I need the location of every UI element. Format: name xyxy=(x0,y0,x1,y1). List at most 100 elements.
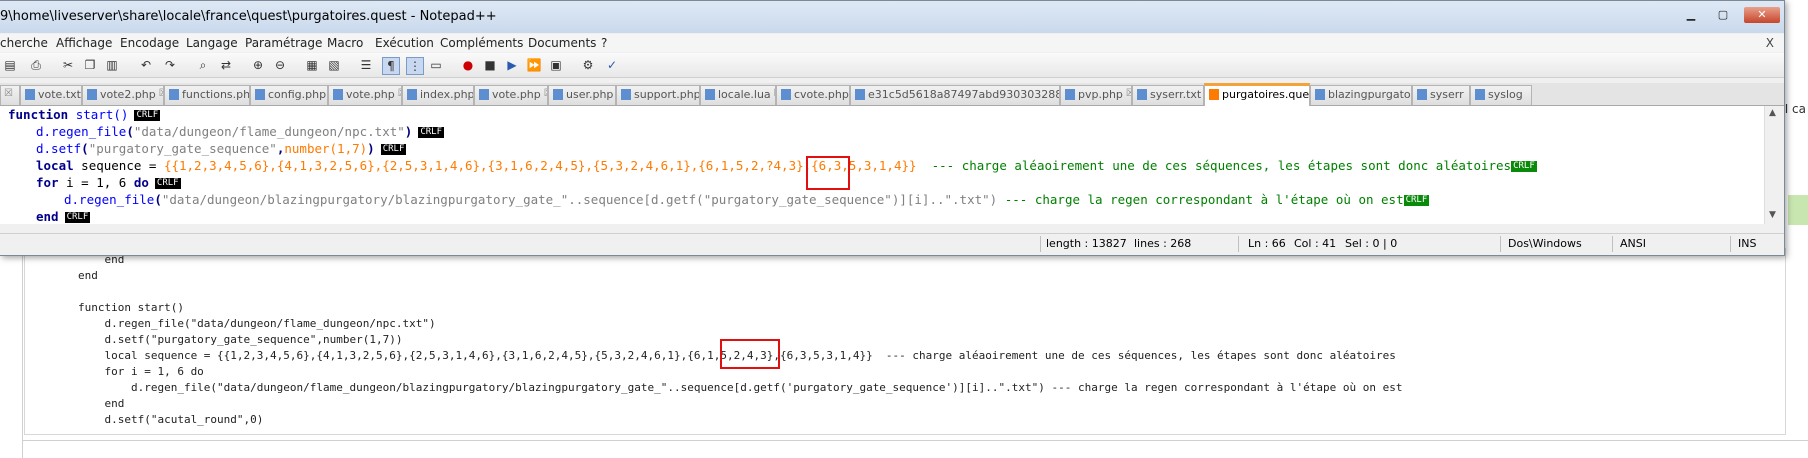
tab-label: cvote.php xyxy=(794,88,849,101)
save-macro-icon[interactable]: ▣ xyxy=(548,57,564,73)
save-icon[interactable]: ▤ xyxy=(2,57,18,73)
tab[interactable]: vote.php☒ xyxy=(474,85,548,105)
play-macro-icon[interactable]: ▶ xyxy=(504,57,520,73)
tab[interactable]: support.php☒ xyxy=(616,85,700,105)
wrap-icon[interactable]: ☰ xyxy=(358,57,374,73)
tab[interactable]: user.php☒ xyxy=(548,85,616,105)
editor-line: d.regen_file("data/dungeon/flame_dungeon… xyxy=(36,124,444,139)
run-multiple-macro-icon[interactable]: ⏩ xyxy=(526,57,542,73)
tab[interactable]: config.php☒ xyxy=(250,85,328,105)
tab[interactable]: vote.txt xyxy=(20,85,82,105)
status-separator xyxy=(1730,236,1731,252)
menu-encodage[interactable]: Encodage xyxy=(120,36,179,50)
toolbar: ▤ ⎙ ✂ ❐ ▥ ↶ ↷ ⌕ ⇄ ⊕ ⊖ ▦ ▧ ☰ ¶ ⋮ ▭ ● ■ ▶ … xyxy=(0,53,1784,78)
tab-label: syslog xyxy=(1488,88,1523,101)
file-icon xyxy=(705,89,715,100)
stop-macro-icon[interactable]: ■ xyxy=(482,57,498,73)
maximize-button[interactable]: ▢ xyxy=(1712,7,1734,23)
string-literal: "purgatory_gate_sequence" xyxy=(88,141,277,156)
zoom-in-icon[interactable]: ⊕ xyxy=(250,57,266,73)
zoom-out-icon[interactable]: ⊖ xyxy=(272,57,288,73)
code-line: d.regen_file("data/dungeon/flame_dungeon… xyxy=(25,317,436,330)
show-all-chars-icon[interactable]: ¶ xyxy=(382,57,400,75)
file-icon xyxy=(479,89,489,100)
keyword: for xyxy=(36,175,59,190)
menu-affichage[interactable]: Affichage xyxy=(56,36,112,50)
tab[interactable]: e31c5d5618a87497abd930303288f754.php☒ xyxy=(850,85,1060,105)
tab-label: vote.txt xyxy=(38,88,81,101)
code-line: function start() xyxy=(25,301,184,314)
menu-macro[interactable]: Macro xyxy=(327,36,363,50)
sync-horizontal-icon[interactable]: ▧ xyxy=(326,57,342,73)
status-separator xyxy=(1238,236,1239,252)
redo-icon[interactable]: ↷ xyxy=(162,57,178,73)
replace-icon[interactable]: ⇄ xyxy=(218,57,234,73)
tab-active[interactable]: purgatoires.quest☒ xyxy=(1204,83,1310,108)
status-separator xyxy=(1500,236,1501,252)
cut-icon[interactable]: ✂ xyxy=(60,57,76,73)
menu-help[interactable]: ? xyxy=(601,36,607,50)
find-icon[interactable]: ⌕ xyxy=(195,57,211,73)
tab[interactable]: index.php☒ xyxy=(402,85,474,105)
menu-execution[interactable]: Exécution xyxy=(375,36,434,50)
title-bar[interactable]: 9\home\liveserver\share\locale\france\qu… xyxy=(0,1,1784,33)
background-right-fragment: I ca xyxy=(1784,102,1806,116)
menu-complements[interactable]: Compléments xyxy=(440,36,523,50)
file-icon xyxy=(255,89,265,100)
comment: --- charge la regen correspondant à l'ét… xyxy=(1004,192,1404,207)
menu-parametrage[interactable]: Paramétrage xyxy=(245,36,322,50)
eol-marker: CRLF xyxy=(64,212,91,223)
code-line: end xyxy=(25,397,125,410)
code-editor[interactable]: function start() CRLF d.regen_file("data/… xyxy=(0,106,1764,224)
spellcheck-icon[interactable]: ✓ xyxy=(604,57,620,73)
record-macro-icon[interactable]: ● xyxy=(460,57,476,73)
paste-icon[interactable]: ▥ xyxy=(104,57,120,73)
indent-guide-icon[interactable]: ⋮ xyxy=(406,57,424,75)
tab[interactable]: locale.lua☒ xyxy=(700,85,776,105)
undo-icon[interactable]: ↶ xyxy=(138,57,154,73)
menu-bar: cherche Affichage Encodage Langage Param… xyxy=(0,34,1784,52)
highlight-box-editor xyxy=(806,156,850,190)
print-icon[interactable]: ⎙ xyxy=(28,57,44,73)
tab[interactable]: syslog xyxy=(1470,85,1532,105)
scroll-up-icon[interactable]: ▲ xyxy=(1769,108,1776,118)
file-icon xyxy=(1137,89,1147,100)
file-icon xyxy=(1209,89,1219,100)
tab[interactable]: ☒ xyxy=(0,85,20,105)
tab[interactable]: syserr.txt☒ xyxy=(1132,85,1204,105)
eol-marker: CRLF xyxy=(154,178,181,189)
tab[interactable]: functions.php☒ xyxy=(164,85,250,105)
plugin-icon[interactable]: ⚙ xyxy=(580,57,596,73)
menu-recherche[interactable]: cherche xyxy=(0,36,48,50)
menu-documents[interactable]: Documents xyxy=(528,36,596,50)
close-window-button[interactable]: ✕ xyxy=(1744,7,1780,23)
status-separator xyxy=(1040,236,1041,252)
vertical-scrollbar[interactable]: ▲ ▼ xyxy=(1764,106,1783,224)
tab[interactable]: cvote.php☒ xyxy=(776,85,850,105)
tab[interactable]: blazingpurgatory xyxy=(1310,85,1412,105)
variable-assign: sequence = xyxy=(73,158,164,173)
sync-vertical-icon[interactable]: ▦ xyxy=(304,57,320,73)
file-icon xyxy=(781,89,791,100)
close-document-button[interactable]: X xyxy=(1766,36,1774,50)
tab-label: functions.php xyxy=(182,88,250,101)
tab[interactable]: vote.php☒ xyxy=(328,85,402,105)
status-selection: Sel : 0 | 0 xyxy=(1345,237,1398,250)
tab-close-icon[interactable]: ☒ xyxy=(4,88,13,99)
editor-line: d.regen_file("data/dungeon/blazingpurgat… xyxy=(64,192,1430,207)
string-literal: "data/dungeon/blazingpurgatory/blazingpu… xyxy=(161,192,998,207)
tab[interactable]: vote2.php☒ xyxy=(82,85,164,105)
copy-icon[interactable]: ❐ xyxy=(82,57,98,73)
comment: --- charge aléaoirement une de ces séque… xyxy=(931,158,1512,173)
tab-label: blazingpurgatory xyxy=(1328,88,1411,101)
folder-icon[interactable]: ▭ xyxy=(428,57,444,73)
editor-line: for i = 1, 6 do CRLF xyxy=(36,174,181,191)
scroll-down-icon[interactable]: ▼ xyxy=(1769,210,1776,220)
sequence-table: {{1,2,3,4,5,6},{4,1,3,2,5,6},{2,5,3,1,4,… xyxy=(163,158,917,173)
tab-label: e31c5d5618a87497abd930303288f754.php xyxy=(868,88,1059,101)
menu-langage[interactable]: Langage xyxy=(186,36,238,50)
minimize-button[interactable]: ▁ xyxy=(1680,7,1702,23)
editor-line: end CRLF xyxy=(36,208,91,224)
tab[interactable]: syserr xyxy=(1412,85,1470,105)
tab[interactable]: pvp.php☒ xyxy=(1060,85,1132,105)
